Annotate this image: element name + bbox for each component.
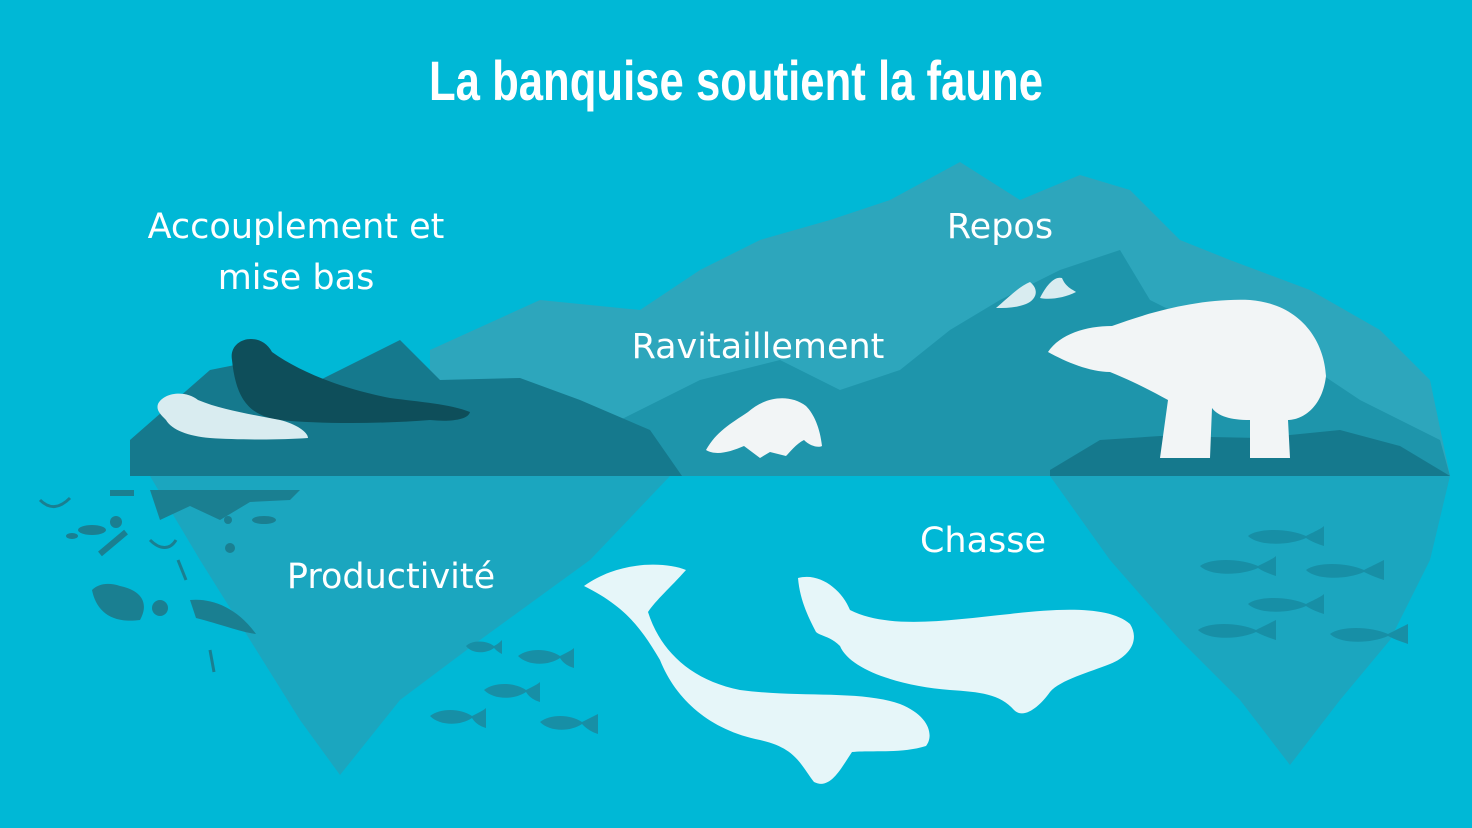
scene-illustration — [38, 162, 1450, 784]
page-title: La banquise soutient la faune — [428, 49, 1044, 112]
label-productivity: Productivité — [286, 557, 496, 597]
label-feeding: Ravitaillement — [631, 327, 885, 367]
label-rest: Repos — [946, 207, 1054, 247]
beluga-whale-icon — [798, 576, 1134, 714]
label-mating: Accouplement et mise bas — [147, 207, 445, 298]
infographic-scene: La banquise soutient la faune Accoupleme… — [0, 0, 1472, 828]
label-hunting: Chasse — [919, 521, 1047, 561]
